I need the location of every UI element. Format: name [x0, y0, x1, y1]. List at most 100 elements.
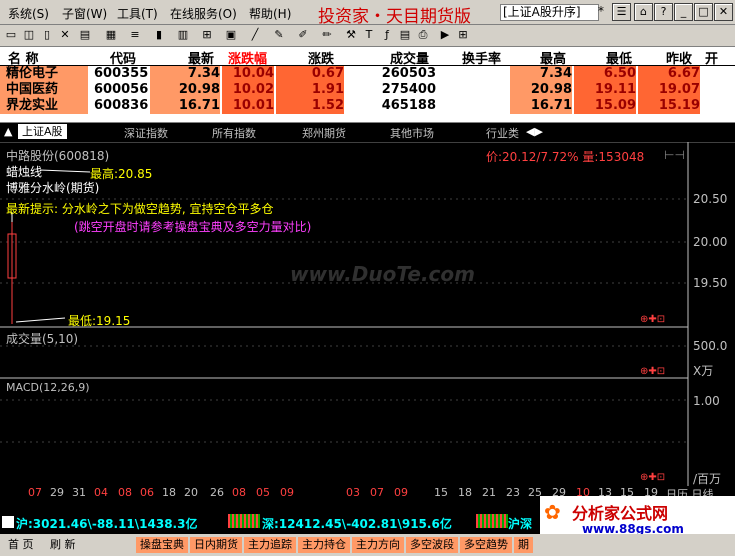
doc-icon[interactable]: ▤ [398, 28, 412, 42]
volume-tick: 500.0 [693, 339, 728, 353]
header-latest[interactable]: 最新 [188, 48, 214, 67]
split-icon[interactable]: ◫ [22, 28, 36, 42]
header-open[interactable]: 开 [705, 48, 718, 67]
shenzhen-index[interactable]: 深:12412.45\-402.81\915.6亿 [262, 515, 452, 532]
tab-shanghai-a[interactable]: 上证A股 [18, 124, 67, 139]
print-icon[interactable]: ⎙ [416, 28, 430, 42]
menu-help[interactable]: 帮助(H) [249, 5, 291, 22]
table-row[interactable]: 中国医药 600056 20.98 10.02 1.91 275400 20.9… [0, 82, 735, 98]
table-spacer [0, 114, 735, 122]
shanghai-index[interactable]: 沪:3021.46\-88.11\1438.3亿 [16, 515, 197, 532]
table-row[interactable]: 精伦电子 600355 7.34 10.04 0.67 260503 7.34 … [0, 66, 735, 82]
indicator-label: 博雅分水岭(期货) [6, 181, 100, 195]
maximize-icon[interactable]: □ [694, 3, 713, 21]
tab-industry[interactable]: 行业类 [486, 125, 519, 141]
nav-refresh[interactable]: 刷 新 [46, 537, 80, 553]
stock-title: 中路股份(600818) [6, 149, 110, 163]
grid-icon[interactable]: ▦ [104, 28, 118, 42]
stock-latest: 7.34 [150, 66, 220, 82]
stock-high: 16.71 [510, 98, 572, 114]
tab-scroll-up-icon[interactable]: ▲ [4, 125, 12, 138]
formula-icon[interactable]: ƒ [380, 28, 394, 42]
tab-prev-icon[interactable]: ◀▶ [526, 125, 543, 138]
draw-icon[interactable]: ✐ [296, 28, 310, 42]
bottom-nav: 首 页 刷 新 操盘宝典 日内期货 主力追踪 主力持仓 主力方向 多空波段 多空… [0, 534, 735, 556]
tools-icon[interactable]: ⚒ [344, 28, 358, 42]
nav-home[interactable]: 首 页 [4, 537, 38, 553]
nav-trend[interactable]: 多空趋势 [460, 537, 512, 553]
date-tick: 29 [50, 486, 64, 499]
zoom-controls-icon: ⊕✚⊡ [640, 472, 665, 483]
line-chart-icon[interactable]: ╱ [248, 28, 262, 42]
home-icon[interactable]: ⌂ [634, 3, 653, 21]
menu-tools[interactable]: 工具(T) [117, 5, 158, 22]
stock-volume: 465188 [381, 98, 436, 113]
list-view-icon[interactable]: ≡ [128, 28, 142, 42]
date-tick: 18 [162, 486, 176, 499]
header-turnover[interactable]: 换手率 [462, 48, 501, 67]
window-icon[interactable]: ▭ [4, 28, 18, 42]
market-selector[interactable]: [上证A股升序] [500, 4, 599, 21]
menu-online-service[interactable]: 在线服务(O) [170, 5, 237, 22]
text-icon[interactable]: T [362, 28, 376, 42]
header-high[interactable]: 最高 [540, 48, 566, 67]
stock-low: 6.50 [574, 66, 636, 82]
menu-subwindow[interactable]: 子窗(W) [62, 5, 107, 22]
panel-icon[interactable]: ▯ [40, 28, 54, 42]
indicator-icon[interactable]: ⊞ [200, 28, 214, 42]
list-icon[interactable]: ☰ [612, 3, 631, 21]
date-tick: 09 [280, 486, 294, 499]
stock-change: 0.67 [276, 66, 344, 82]
nav-more[interactable]: 期 [514, 537, 533, 553]
nav-intraday-futures[interactable]: 日内期货 [190, 537, 242, 553]
toolbar: ▭ ◫ ▯ ✕ ▤ ▦ ≡ ▮ ▥ ⊞ ▣ ╱ ✎ ✐ ✏ ⚒ T ƒ ▤ ⎙ … [0, 25, 735, 47]
close-icon[interactable]: ✕ [714, 3, 733, 21]
tab-all-index[interactable]: 所有指数 [212, 125, 256, 141]
nav-trading-guide[interactable]: 操盘宝典 [136, 537, 188, 553]
nav-main-tracking[interactable]: 主力追踪 [244, 537, 296, 553]
volume-unit: X万 [693, 364, 714, 378]
close-window-icon[interactable]: ✕ [58, 28, 72, 42]
header-name[interactable]: 名 称 [8, 48, 39, 67]
tab-zhengzhou-futures[interactable]: 郑州期货 [302, 125, 346, 141]
high-pointer-line [39, 169, 91, 173]
help-icon[interactable]: ? [654, 3, 673, 21]
nav-main-positions[interactable]: 主力持仓 [298, 537, 350, 553]
crosshair-icon[interactable]: ⊢⊣ [664, 148, 685, 162]
header-volume[interactable]: 成交量 [390, 48, 429, 67]
calc-icon[interactable]: ⊞ [456, 28, 470, 42]
header-low[interactable]: 最低 [606, 48, 632, 67]
stock-low: 15.09 [574, 98, 636, 114]
date-tick: 03 [346, 486, 360, 499]
stock-name: 中国医药 [0, 82, 88, 98]
stock-low: 19.11 [574, 82, 636, 98]
date-tick: 04 [94, 486, 108, 499]
candle-icon[interactable]: ▥ [176, 28, 190, 42]
minimize-icon[interactable]: _ [674, 3, 693, 21]
stock-code: 600056 [94, 82, 149, 97]
stock-name: 精伦电子 [0, 66, 88, 82]
nav-band[interactable]: 多空波段 [406, 537, 458, 553]
header-change-pct[interactable]: 涨跌幅 [228, 48, 267, 67]
news-icon[interactable]: ✎ [272, 28, 286, 42]
tab-other-markets[interactable]: 其他市场 [390, 125, 434, 141]
favorite-star[interactable]: * [598, 4, 604, 18]
pen-icon[interactable]: ✏ [320, 28, 334, 42]
stock-prev-close: 6.67 [638, 66, 700, 82]
bar-chart-icon[interactable]: ▮ [152, 28, 166, 42]
tab-shenzhen-index[interactable]: 深证指数 [124, 125, 168, 141]
nav-main-direction[interactable]: 主力方向 [352, 537, 404, 553]
chart-type-icon[interactable]: ▣ [224, 28, 238, 42]
header-prev-close[interactable]: 昨收 [666, 48, 692, 67]
header-change[interactable]: 涨跌 [308, 48, 334, 67]
stock-latest: 16.71 [150, 98, 220, 114]
header-code[interactable]: 代码 [110, 48, 136, 67]
arrow-icon[interactable]: ▶ [438, 28, 452, 42]
date-tick: 07 [370, 486, 384, 499]
low-label: 最低:19.15 [68, 314, 131, 328]
stock-latest: 20.98 [150, 82, 220, 98]
menu-system[interactable]: 系统(S) [8, 5, 49, 22]
table-icon[interactable]: ▤ [78, 28, 92, 42]
sh-mini-chart [228, 514, 260, 528]
table-row[interactable]: 界龙实业 600836 16.71 10.01 1.52 465188 16.7… [0, 98, 735, 114]
